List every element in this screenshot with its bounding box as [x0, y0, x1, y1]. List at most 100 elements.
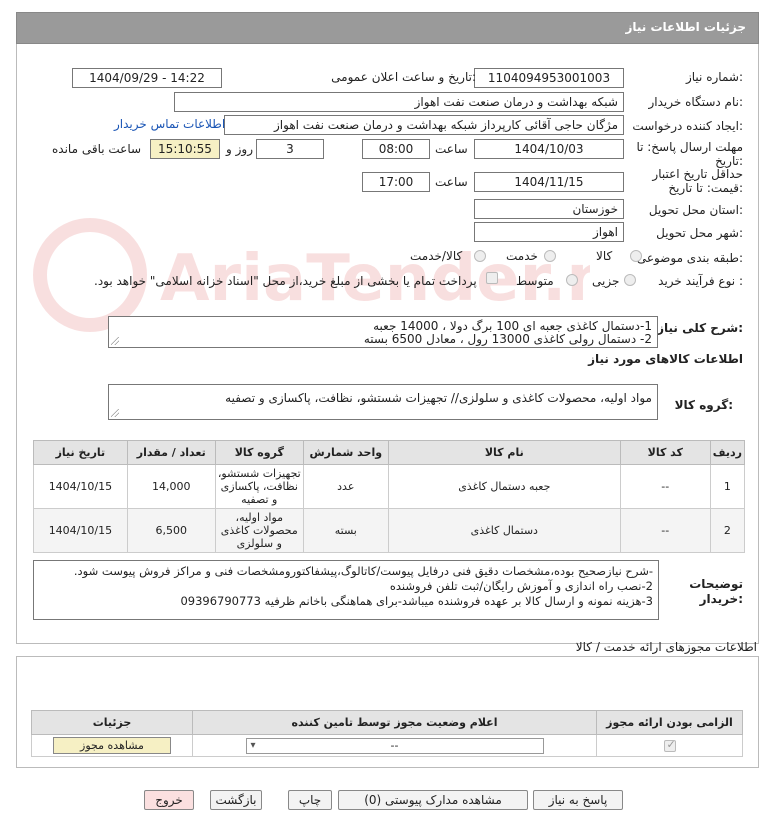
category-label: طبقه بندی موضوعی: — [636, 251, 743, 265]
creator-label: ایجاد کننده درخواست: — [632, 119, 743, 133]
buyer-notes-text: -شرح نیازصحیح بوده،مشخصات دقیق فنی درفای… — [33, 560, 659, 620]
category-radio-service[interactable] — [544, 250, 556, 262]
buyer-contact-link[interactable]: اطلاعات تماس خریدار — [114, 117, 225, 131]
category-option-both: کالا/خدمت — [410, 249, 463, 263]
deadline-date-field: 1404/10/03 — [474, 139, 624, 159]
process-radio-medium[interactable] — [566, 274, 578, 286]
cell-name: جعبه دستمال کاغذی — [387, 464, 621, 509]
summary-text: 1-دستمال کاغذی جعبه ای 100 برگ دولا ، 14… — [108, 316, 658, 348]
cell-group: تجهیزات شستشو، نظافت، پاکسازی و تصفیه — [214, 464, 304, 509]
goods-table: ردیف کد کالا نام کالا واحد شمارش گروه کا… — [33, 440, 746, 553]
goods-group-text: مواد اولیه، محصولات کاغذی و سلولزی// تجه… — [108, 384, 658, 420]
deadline-label-1: مهلت ارسال پاسخ: تا — [636, 140, 743, 154]
page: AriaTender.net جزئیات اطلاعات نیاز شماره… — [0, 0, 761, 825]
days-label: روز و — [226, 142, 253, 156]
permit-col-required: الزامی بودن ارائه مجوز — [596, 710, 743, 735]
creator-field: مژگان حاجی آقائی کارپرداز شبکه بهداشت و … — [224, 115, 624, 135]
cell-code: -- — [619, 464, 711, 509]
resize-grip[interactable] — [111, 409, 119, 417]
buyer-notes-line-2: 2-نصب راه اندازی و آموزش رایگان/ثبت تلفن… — [389, 579, 653, 593]
attachments-button[interactable]: مشاهده مدارک پیوستی (0) — [338, 790, 528, 810]
col-header-name: نام کالا — [387, 440, 621, 465]
buyer-notes-label-2: خریدار: — [699, 592, 743, 606]
summary-line-2: 2- دستمال رولی کاغذی 13000 رول ، معادل 6… — [363, 332, 652, 346]
validity-date-field: 1404/11/15 — [474, 172, 624, 192]
permit-col-status: اعلام وضعیت مجوز توسط تامین کننده — [192, 710, 597, 735]
exit-button[interactable]: خروج — [144, 790, 194, 810]
chevron-down-icon: ▾ — [250, 739, 256, 751]
treasury-checkbox[interactable] — [486, 272, 498, 284]
process-radio-minor[interactable] — [624, 274, 636, 286]
city-field: اهواز — [474, 222, 624, 242]
need-number-label: شماره نیاز: — [685, 70, 743, 84]
goods-group-label: گروه کالا: — [674, 398, 733, 412]
col-header-unit: واحد شمارش — [302, 440, 389, 465]
buyer-notes-line-1: -شرح نیازصحیح بوده،مشخصات دقیق فنی درفای… — [73, 564, 653, 578]
buyer-notes-line-3: 3-هزینه نمونه و ارسال کالا بر عهده فروشن… — [180, 594, 653, 608]
validity-label-2: قیمت: تا تاریخ: — [668, 181, 743, 195]
deadline-time-label: ساعت — [435, 142, 468, 156]
need-number-field: 1104094953001003 — [474, 68, 624, 88]
print-button[interactable]: چاپ — [288, 790, 332, 810]
permit-required-checkbox: ✓ — [663, 738, 676, 752]
deadline-label-2: تاریخ: — [715, 154, 743, 168]
permit-status-select[interactable]: -- ▾ — [245, 737, 544, 754]
col-header-date: تاریخ نیاز — [33, 440, 128, 465]
col-header-row: ردیف — [709, 440, 746, 465]
table-row: ✓ -- ▾ مشاهده مجوز — [31, 734, 743, 757]
table-row: 1 -- جعبه دستمال کاغذی عدد تجهیزات شستشو… — [33, 464, 746, 509]
buyer-org-field: شبکه بهداشت و درمان صنعت نفت اهواز — [174, 92, 624, 112]
cell-date: 1404/10/15 — [33, 508, 128, 553]
col-header-qty: تعداد / مقدار — [126, 440, 216, 465]
permit-col-details: جزئیات — [31, 710, 193, 735]
cell-qty: 14,000 — [126, 464, 216, 509]
cell-name: دستمال کاغذی — [387, 508, 621, 553]
permit-status-cell: -- ▾ — [192, 734, 597, 757]
back-button[interactable]: بازگشت — [210, 790, 262, 810]
cell-unit: بسته — [302, 508, 389, 553]
validity-label-1: حداقل تاریخ اعتبار — [652, 167, 743, 181]
reply-button[interactable]: پاسخ به نیاز — [533, 790, 623, 810]
buyer-org-label: نام دستگاه خریدار: — [648, 95, 744, 109]
days-field: 3 — [256, 139, 324, 159]
page-header: جزئیات اطلاعات نیاز — [16, 12, 759, 44]
goods-section-title: اطلاعات کالاهای مورد نیاز — [588, 352, 743, 366]
category-option-service: خدمت — [506, 249, 538, 263]
cell-row: 2 — [709, 508, 746, 553]
city-label: شهر محل تحویل: — [656, 226, 743, 240]
permit-status-value: -- — [390, 738, 399, 752]
category-radio-goods[interactable] — [630, 250, 642, 262]
deadline-time-field: 08:00 — [362, 139, 430, 159]
treasury-note: پرداخت تمام یا بخشی از مبلغ خرید،از محل … — [94, 274, 477, 288]
category-option-goods: کالا — [596, 249, 613, 263]
cell-code: -- — [619, 508, 711, 553]
permit-required-cell: ✓ — [596, 734, 743, 757]
announce-label: تاریخ و ساعت اعلان عمومی: — [331, 70, 476, 84]
process-option-minor: جزیی — [592, 274, 620, 288]
permit-details-cell: مشاهده مجوز — [31, 734, 193, 757]
goods-group-value: مواد اولیه، محصولات کاغذی و سلولزی// تجه… — [225, 391, 652, 405]
summary-label: شرح کلی نیاز: — [657, 321, 743, 335]
col-header-group: گروه کالا — [214, 440, 304, 465]
validity-time-field: 17:00 — [362, 172, 430, 192]
validity-time-label: ساعت — [435, 175, 468, 189]
process-option-medium: متوسط — [516, 274, 554, 288]
province-label: استان محل تحویل: — [648, 203, 743, 217]
category-radio-both[interactable] — [474, 250, 486, 262]
permits-table: الزامی بودن ارائه مجوز اعلام وضعیت مجوز … — [31, 710, 743, 757]
cell-group: مواد اولیه، محصولات کاغذی و سلولزی — [214, 508, 304, 553]
view-permit-button[interactable]: مشاهده مجوز — [53, 737, 171, 754]
table-row: 2 -- دستمال کاغذی بسته مواد اولیه، محصول… — [33, 508, 746, 553]
page-title: جزئیات اطلاعات نیاز — [625, 20, 746, 34]
resize-grip[interactable] — [111, 337, 119, 345]
cell-unit: عدد — [302, 464, 389, 509]
cell-date: 1404/10/15 — [33, 464, 128, 509]
process-label: نوع فرآیند خرید : — [658, 274, 743, 288]
permits-title: اطلاعات مجوزهای ارائه خدمت / کالا — [575, 640, 757, 654]
province-field: خوزستان — [474, 199, 624, 219]
remaining-time-field: 15:10:55 — [150, 139, 220, 159]
remaining-label: ساعت باقی مانده — [52, 142, 142, 156]
announce-field: 1404/09/29 - 14:22 — [72, 68, 222, 88]
cell-qty: 6,500 — [126, 508, 216, 553]
buyer-notes-label-1: توضیحات — [689, 577, 743, 591]
